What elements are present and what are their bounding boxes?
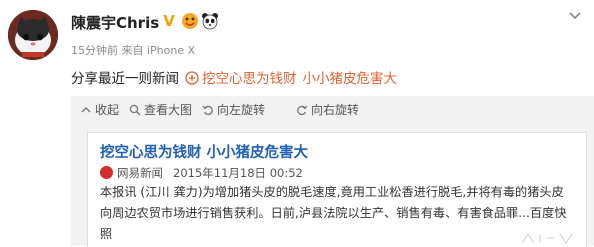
news-source-row: 网易新闻 2015年11月18日 00:52 [100, 162, 303, 180]
news-body: 本报讯 (江川 龚力)为增加猪头皮的脱毛速度,竟用工业松香进行脱毛,并将有毒的猪… [100, 185, 567, 241]
news-title: 挖空心思为钱财 小小猪皮危害大 [100, 145, 309, 161]
rotate-right-icon [297, 105, 308, 116]
image-toolbar: 收起 查看大图 向左旋转 向右旋转 [71, 96, 594, 124]
panda-icon [201, 12, 219, 30]
collapse-button[interactable]: 收起 [80, 96, 119, 124]
post-source[interactable]: 来自 iPhone X [122, 44, 196, 57]
link-icon [185, 71, 199, 85]
status-text: 分享最近一则新闻 挖空心思为钱财 小小猪皮危害大 [71, 67, 397, 87]
post-image[interactable]: 挖空心思为钱财 小小猪皮危害大 网易新闻 2015年11月18日 00:52 本报… [71, 124, 594, 247]
rotate-left-icon [202, 105, 213, 116]
post-time[interactable]: 15分钟前 [71, 44, 118, 57]
chevron-down-icon[interactable] [566, 8, 584, 22]
news-link[interactable]: 挖空心思为钱财 小小猪皮危害大 [185, 71, 397, 87]
verified-badge: V [163, 12, 175, 30]
rotate-left-label: 向左旋转 [217, 103, 266, 117]
view-large-label: 查看大图 [144, 103, 193, 117]
status-body: 分享最近一则新闻 [71, 71, 179, 87]
rotate-right-button[interactable]: 向右旋转 [296, 96, 359, 124]
zoom-in-icon [129, 104, 141, 116]
rotate-left-button[interactable]: 向左旋转 [202, 96, 265, 124]
collapse-label: 收起 [95, 103, 120, 117]
news-link-text-2[interactable]: 小小猪皮危害大 [303, 71, 398, 87]
rotate-right-label: 向右旋转 [311, 103, 360, 117]
post-meta: 15分钟前 来自 iPhone X [71, 42, 195, 58]
watermark-icon [521, 232, 573, 245]
netease-logo-icon [100, 166, 113, 179]
collapse-icon [81, 107, 91, 113]
news-link-text[interactable]: 挖空心思为钱财 [202, 71, 297, 87]
avatar[interactable] [8, 10, 58, 60]
news-source: 网易新闻 [117, 166, 163, 180]
weibo-post: 陳震宇Chris V 15分钟前 来自 iPhone X 分享最近一则新闻 挖空… [0, 0, 594, 247]
view-large-button[interactable]: 查看大图 [129, 96, 192, 124]
author-name[interactable]: 陳震宇Chris [71, 12, 159, 33]
vip-face-icon [181, 12, 199, 30]
news-date: 2015年11月18日 00:52 [173, 166, 303, 180]
news-screenshot: 挖空心思为钱财 小小猪皮危害大 网易新闻 2015年11月18日 00:52 本报… [87, 132, 587, 247]
